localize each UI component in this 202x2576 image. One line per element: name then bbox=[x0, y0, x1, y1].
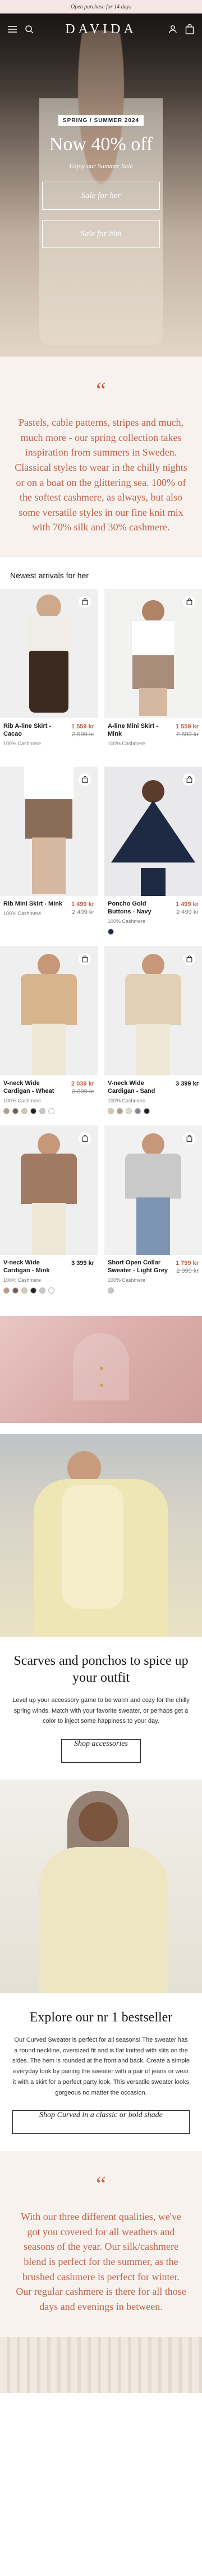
product-card[interactable]: V-neck Wide Cardigan - Sand 100% Cashmer… bbox=[104, 946, 202, 1124]
hero-title: Now 40% off bbox=[49, 134, 153, 155]
quote-text: Pastels, cable patterns, stripes and muc… bbox=[15, 417, 187, 533]
product-card[interactable]: A-line Mini Skirt - Mink 100% Cashmere 1… bbox=[104, 589, 202, 767]
product-name[interactable]: A-line Mini Skirt - Mink bbox=[108, 723, 169, 738]
bestseller-title: Explore our nr 1 bestseller bbox=[29, 2010, 173, 2025]
bestseller-model-image bbox=[0, 1780, 202, 1994]
product-card[interactable]: Rib A-line Skirt - Cacao 100% Cashmere 1… bbox=[0, 589, 98, 767]
new-arrivals-title: Newest arrivals for her bbox=[10, 571, 89, 580]
original-price: 2 599 kr bbox=[72, 731, 94, 738]
product-name[interactable]: V-neck Wide Cardigan - Wheat bbox=[3, 1080, 65, 1096]
add-to-bag-icon[interactable] bbox=[79, 1132, 91, 1145]
product-name[interactable]: V-neck Wide Cardigan - Mink bbox=[3, 1259, 65, 1275]
pink-sweater-image bbox=[0, 1316, 202, 1423]
brand-logo[interactable]: DAVIDA bbox=[57, 22, 145, 37]
price: 3 399 kr bbox=[71, 1260, 94, 1267]
shop-accessories-button[interactable]: Shop accessories bbox=[61, 1739, 141, 1763]
add-to-bag-icon[interactable] bbox=[79, 953, 91, 965]
product-material: 100% Cashmere bbox=[3, 910, 42, 916]
bestseller-section: Explore our nr 1 bestseller Our Curved S… bbox=[0, 1993, 202, 2151]
product-material: 100% Cashmere bbox=[108, 740, 146, 746]
bestseller-text: Our Curved Sweater is perfect for all se… bbox=[12, 2037, 190, 2096]
season-badge: SPRING / SUMMER 2024 bbox=[58, 115, 144, 126]
sale-price: 1 499 kr bbox=[71, 901, 94, 908]
scarf-model-image bbox=[0, 1434, 202, 1637]
product-image[interactable] bbox=[104, 589, 202, 718]
product-material: 100% Cashmere bbox=[108, 918, 146, 924]
sale-for-him-button[interactable]: Sale for him bbox=[42, 220, 160, 248]
knitwear-hanging-image bbox=[0, 2336, 202, 2393]
product-card[interactable]: Short Open Collar Sweater - Light Grey 1… bbox=[104, 1125, 202, 1303]
shop-curved-button[interactable]: Shop Curved in a classic or bold shade bbox=[12, 2110, 190, 2134]
sale-price: 2 039 kr bbox=[71, 1080, 94, 1087]
bag-icon[interactable] bbox=[184, 24, 195, 35]
product-card[interactable]: V-neck Wide Cardigan - Mink 100% Cashmer… bbox=[0, 1125, 98, 1303]
search-icon[interactable] bbox=[24, 24, 35, 35]
add-to-bag-icon[interactable] bbox=[79, 596, 91, 608]
product-card[interactable]: Rib Mini Skirt - Mink 100% Cashmere 1 49… bbox=[0, 767, 98, 944]
quote-mark-icon: “ bbox=[96, 2172, 106, 2197]
product-image[interactable] bbox=[0, 946, 98, 1075]
product-name[interactable]: Poncho Gold Buttons - Navy bbox=[108, 900, 169, 916]
product-image[interactable] bbox=[104, 1125, 202, 1255]
accessories-title: Scarves and ponchos to spice up your out… bbox=[13, 1654, 189, 1685]
hero-banner: DAVIDA SPRING / SUMMER 2024 Now 40% off … bbox=[0, 13, 202, 357]
sale-price: 1 559 kr bbox=[71, 723, 94, 730]
product-image[interactable] bbox=[104, 946, 202, 1075]
product-name[interactable]: V-neck Wide Cardigan - Sand bbox=[108, 1080, 169, 1096]
product-name[interactable]: Short Open Collar Sweater - Light Grey bbox=[108, 1259, 169, 1275]
accessories-text: Level up your accessory game to be warm … bbox=[12, 1697, 190, 1725]
product-material: 100% Cashmere bbox=[3, 1277, 42, 1283]
add-to-bag-icon[interactable] bbox=[183, 1132, 195, 1145]
product-image[interactable] bbox=[104, 767, 202, 896]
quote-mark-icon: “ bbox=[96, 377, 106, 403]
announcement-text: Open purchase for 14 days bbox=[71, 3, 131, 10]
collection-quote: “ Pastels, cable patterns, stripes and m… bbox=[0, 357, 202, 557]
quote-text: With our three different qualities, we'v… bbox=[16, 2211, 186, 2312]
product-card[interactable]: Poncho Gold Buttons - Navy 100% Cashmere… bbox=[104, 767, 202, 944]
add-to-bag-icon[interactable] bbox=[183, 953, 195, 965]
add-to-bag-icon[interactable] bbox=[183, 773, 195, 786]
sale-price: 1 499 kr bbox=[176, 901, 199, 908]
site-header: DAVIDA bbox=[0, 13, 202, 45]
qualities-quote: “ With our three different qualities, we… bbox=[0, 2151, 202, 2337]
product-card[interactable]: V-neck Wide Cardigan - Wheat 100% Cashme… bbox=[0, 946, 98, 1124]
original-price: 2 599 kr bbox=[176, 731, 199, 738]
sale-for-her-button[interactable]: Sale for her bbox=[42, 182, 160, 210]
sale-price: 1 559 kr bbox=[176, 723, 199, 730]
product-image[interactable] bbox=[0, 767, 98, 896]
product-name[interactable]: Rib Mini Skirt - Mink bbox=[3, 900, 62, 908]
product-image[interactable] bbox=[0, 1125, 98, 1255]
sale-price: 1 799 kr bbox=[176, 1260, 199, 1267]
product-material: 100% Cashmere bbox=[108, 1277, 146, 1283]
product-material: 100% Cashmere bbox=[108, 1097, 146, 1104]
accessories-section: Scarves and ponchos to spice up your out… bbox=[0, 1637, 202, 1780]
announcement-bar: Open purchase for 14 days bbox=[0, 0, 202, 13]
product-image[interactable] bbox=[0, 589, 98, 718]
product-material: 100% Cashmere bbox=[3, 740, 42, 746]
product-grid: Rib A-line Skirt - Cacao 100% Cashmere 1… bbox=[0, 589, 202, 1305]
original-price: 2 499 kr bbox=[72, 909, 94, 916]
product-material: 100% Cashmere bbox=[3, 1097, 42, 1104]
user-icon[interactable] bbox=[167, 24, 178, 35]
original-price: 2 499 kr bbox=[176, 909, 199, 916]
price: 3 399 kr bbox=[176, 1080, 199, 1087]
add-to-bag-icon[interactable] bbox=[183, 596, 195, 608]
add-to-bag-icon[interactable] bbox=[79, 773, 91, 786]
product-name[interactable]: Rib A-line Skirt - Cacao bbox=[3, 723, 65, 738]
original-price: 2 999 kr bbox=[176, 1268, 199, 1275]
hero-subtitle: Enjoy our Summer Sale bbox=[69, 162, 133, 170]
menu-icon[interactable] bbox=[7, 24, 18, 35]
original-price: 3 399 kr bbox=[72, 1088, 94, 1096]
